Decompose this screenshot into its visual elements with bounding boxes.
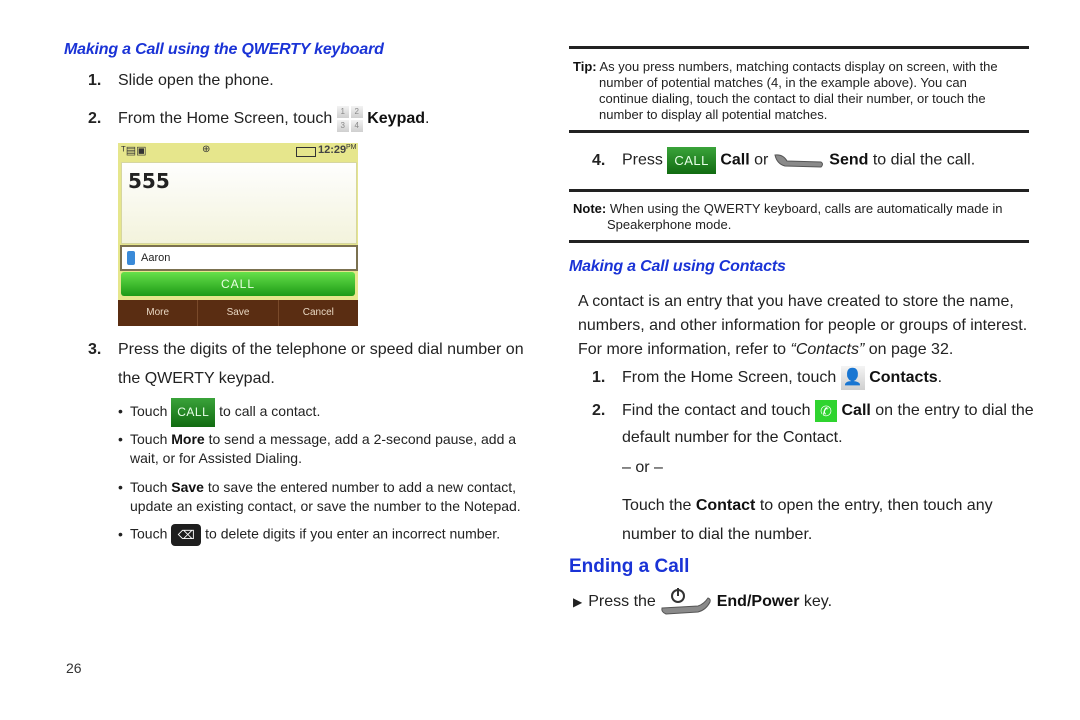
section-title-qwerty: Making a Call using the QWERTY keyboard [64,41,384,58]
dialed-number: 555 [128,169,170,193]
divider [569,189,1029,192]
keypad-icon: 1234 [336,106,363,132]
contact-icon [127,251,135,266]
tip-label: Tip: [573,59,597,74]
note-box: Note: When using the QWERTY keyboard, ca… [573,201,1003,232]
keypad-label: Keypad [367,110,426,128]
contacts-link[interactable]: “Contacts” [791,341,865,358]
bullet-delete: • Touch ⌫ to delete digits if you enter a… [118,524,500,546]
send-key-icon [774,153,823,168]
call-button[interactable]: CALL [121,272,355,296]
phone-screenshot: ᵀ▤▣ ⊕ 12:29 PM 555 Aaron CALL More Save … [118,143,358,326]
step-text: From the Home Screen, touch [118,110,333,128]
step-3-line2: the QWERTY keypad. [118,370,275,387]
ending-step: ▶ Press the End/Power key. [573,588,832,616]
contacts-step-2: 2. Find the contact and touch ✆ Call on t… [592,400,1034,422]
step-number: 1. [592,369,606,387]
bullet-call: • Touch CALL to call a contact. [118,398,320,427]
contacts-paragraph: A contact is an entry that you have crea… [578,293,1028,358]
softkey-cancel[interactable]: Cancel [279,300,358,326]
step-number: 4. [592,151,606,169]
softkey-more[interactable]: More [118,300,199,326]
step-number: 2. [88,110,102,128]
step-3: 3. Press the digits of the telephone or s… [88,341,524,358]
backspace-icon: ⌫ [171,524,202,546]
status-bar: ᵀ▤▣ ⊕ 12:29 PM [118,143,358,161]
step-1: 1. Slide open the phone. [88,72,274,90]
note-label: Note: [573,201,607,216]
divider [569,46,1029,49]
call-button-icon: CALL [171,398,216,427]
arrow-icon: ▶ [573,595,583,610]
end-power-key-icon [661,588,712,615]
bullet-save: • Touch Save to save the entered number t… [118,479,521,514]
step-number: 1. [88,72,102,89]
section-title-ending: Ending a Call [569,556,690,577]
tip-box: Tip: As you press numbers, matching cont… [573,59,998,122]
softkey-save[interactable]: Save [198,300,279,326]
section-title-contacts: Making a Call using Contacts [569,258,786,275]
page-number: 26 [66,660,82,676]
contacts-step-2-line2: default number for the Contact. [622,429,843,446]
contacts-step-1: 1. From the Home Screen, touch 👤 Contacts… [592,366,942,390]
touch-contact-text: Touch the Contact to open the entry, the… [622,497,993,543]
step-number: 3. [88,341,102,358]
divider [569,130,1029,133]
step-2: 2. From the Home Screen, touch 1234 Keypa… [88,106,430,132]
divider [569,240,1029,243]
step-4: 4. Press CALL Call or Send to dial the ca… [592,147,975,174]
contact-match-row[interactable]: Aaron [120,245,358,271]
bullet-more: • Touch More to send a message, add a 2-s… [118,431,517,466]
contact-name: Aaron [141,252,171,264]
signal-icon: ᵀ▤▣ [121,145,147,157]
step-text: Slide open the phone. [118,72,274,89]
battery-icon [296,147,316,157]
status-ampm: PM [346,144,357,151]
call-button-icon: CALL [667,147,716,174]
softkey-bar: More Save Cancel [118,300,358,326]
or-separator: – or – [622,459,663,476]
dial-display: 555 [121,162,357,244]
status-time: 12:29 [318,144,347,156]
step-number: 2. [592,402,606,420]
contacts-icon: 👤 [840,366,865,390]
gps-icon: ⊕ [202,144,211,155]
phone-call-icon: ✆ [815,400,838,422]
